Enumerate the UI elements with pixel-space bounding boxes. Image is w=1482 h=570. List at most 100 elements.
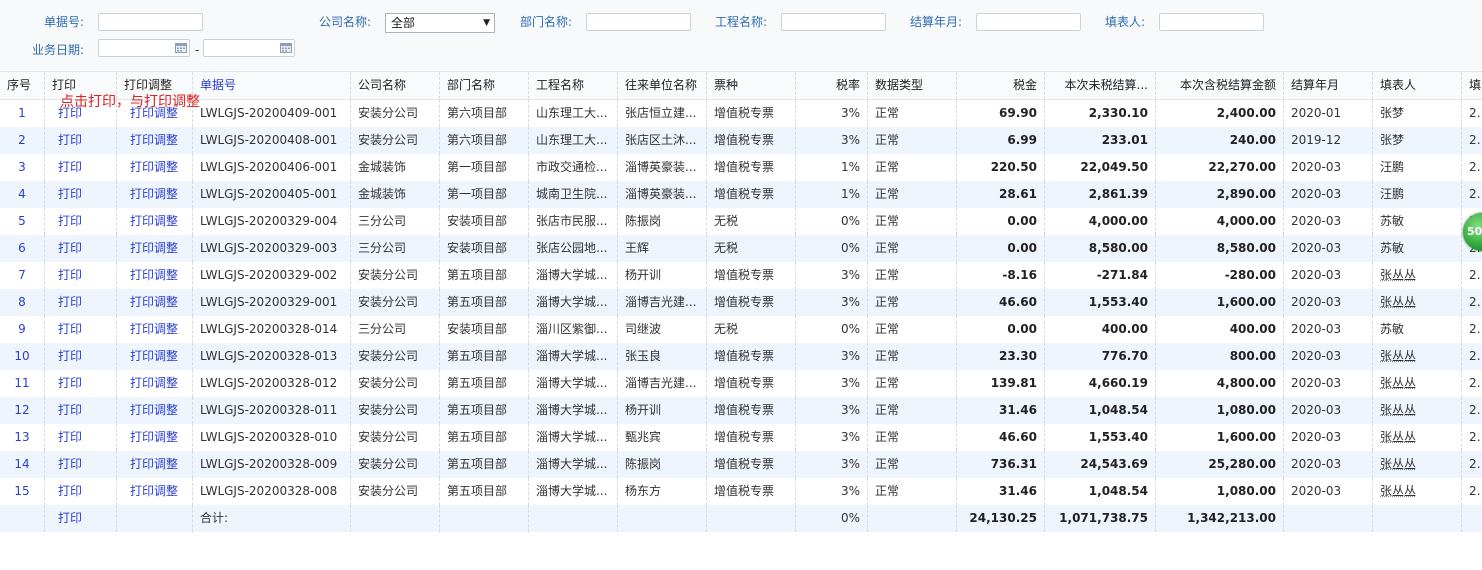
summary-empty-cell xyxy=(351,505,440,532)
col-header-filler[interactable]: 填表人 xyxy=(1373,72,1462,99)
cell-company: 安装分公司 xyxy=(351,397,440,424)
cell-company: 安装分公司 xyxy=(351,100,440,127)
table-row[interactable]: 8 打印 打印调整 LWLGJS-20200329-001 安装分公司 第五项目部 淄博大学… xyxy=(0,289,1482,316)
print-link[interactable]: 打印 xyxy=(45,289,117,316)
cell-dept: 第五项目部 xyxy=(440,262,529,289)
table-row[interactable]: 5 打印 打印调整 LWLGJS-20200329-004 三分公司 安装项目部 张店市民服… xyxy=(0,208,1482,235)
cell-dept: 第五项目部 xyxy=(440,370,529,397)
summary-print-link[interactable]: 打印 xyxy=(45,505,117,532)
col-header-project[interactable]: 工程名称 xyxy=(529,72,618,99)
col-header-partial[interactable]: 填 xyxy=(1462,72,1482,99)
cell-rate: 3% xyxy=(796,343,868,370)
print-link[interactable]: 打印 xyxy=(45,127,117,154)
cell-dept: 第五项目部 xyxy=(440,343,529,370)
date-start-input[interactable] xyxy=(98,39,190,57)
print-adjust-link[interactable]: 打印调整 xyxy=(117,370,193,397)
print-link[interactable]: 打印 xyxy=(45,370,117,397)
cell-rate: 3% xyxy=(796,397,868,424)
filler-input[interactable] xyxy=(1159,13,1264,31)
cell-seq: 15 xyxy=(0,478,45,505)
print-link[interactable]: 打印 xyxy=(45,478,117,505)
table-row[interactable]: 2 打印 打印调整 LWLGJS-20200408-001 安装分公司 第六项目部 山东理工… xyxy=(0,127,1482,154)
date-end-input[interactable] xyxy=(203,39,295,57)
print-link[interactable]: 打印 xyxy=(45,397,117,424)
doc-no-input[interactable] xyxy=(98,13,203,31)
print-adjust-link[interactable]: 打印调整 xyxy=(117,181,193,208)
col-header-period[interactable]: 结算年月 xyxy=(1284,72,1373,99)
print-link[interactable]: 打印 xyxy=(45,451,117,478)
table-row[interactable]: 7 打印 打印调整 LWLGJS-20200329-002 安装分公司 第五项目部 淄博大学… xyxy=(0,262,1482,289)
print-adjust-link[interactable]: 打印调整 xyxy=(117,289,193,316)
print-adjust-link[interactable]: 打印调整 xyxy=(117,154,193,181)
print-adjust-link[interactable]: 打印调整 xyxy=(117,262,193,289)
print-link[interactable]: 打印 xyxy=(45,208,117,235)
print-link[interactable]: 打印 xyxy=(45,316,117,343)
col-header-data-type[interactable]: 数据类型 xyxy=(868,72,957,99)
cell-project: 淄博大学城... xyxy=(529,343,618,370)
cell-company: 金城装饰 xyxy=(351,154,440,181)
table-row[interactable]: 1 打印 打印调整 LWLGJS-20200409-001 安装分公司 第六项目部 山东理工… xyxy=(0,100,1482,127)
print-link[interactable]: 打印 xyxy=(45,235,117,262)
summary-untaxed: 1,071,738.75 xyxy=(1045,505,1156,532)
cell-rate: 3% xyxy=(796,478,868,505)
calendar-icon[interactable] xyxy=(280,42,292,53)
print-adjust-link[interactable]: 打印调整 xyxy=(117,127,193,154)
cell-data-type: 正常 xyxy=(868,154,957,181)
table-row[interactable]: 12 打印 打印调整 LWLGJS-20200328-011 安装分公司 第五项目部 淄博大… xyxy=(0,397,1482,424)
print-adjust-link[interactable]: 打印调整 xyxy=(117,208,193,235)
col-header-company[interactable]: 公司名称 xyxy=(351,72,440,99)
cell-untaxed: 8,580.00 xyxy=(1045,235,1156,262)
dept-input[interactable] xyxy=(586,13,691,31)
project-input[interactable] xyxy=(781,13,886,31)
summary-empty-cell xyxy=(1373,505,1462,532)
print-adjust-link[interactable]: 打印调整 xyxy=(117,478,193,505)
print-adjust-link[interactable]: 打印调整 xyxy=(117,397,193,424)
table-row[interactable]: 15 打印 打印调整 LWLGJS-20200328-008 安装分公司 第五项目部 淄博大… xyxy=(0,478,1482,505)
table-row[interactable]: 6 打印 打印调整 LWLGJS-20200329-003 三分公司 安装项目部 张店公园地… xyxy=(0,235,1482,262)
cell-doc-no: LWLGJS-20200328-009 xyxy=(193,451,351,478)
table-row[interactable]: 4 打印 打印调整 LWLGJS-20200405-001 金城装饰 第一项目部 城南卫生院… xyxy=(0,181,1482,208)
summary-empty-cell xyxy=(1284,505,1373,532)
cell-filler: 张梦 xyxy=(1373,100,1462,127)
cell-doc-no: LWLGJS-20200328-011 xyxy=(193,397,351,424)
print-adjust-link[interactable]: 打印调整 xyxy=(117,343,193,370)
print-link[interactable]: 打印 xyxy=(45,262,117,289)
table-row[interactable]: 11 打印 打印调整 LWLGJS-20200328-012 安装分公司 第五项目部 淄博大… xyxy=(0,370,1482,397)
calendar-icon[interactable] xyxy=(175,42,187,53)
table-row[interactable]: 3 打印 打印调整 LWLGJS-20200406-001 金城装饰 第一项目部 市政交通检… xyxy=(0,154,1482,181)
print-link[interactable]: 打印 xyxy=(45,424,117,451)
col-header-rate[interactable]: 税率 xyxy=(796,72,868,99)
cell-seq: 3 xyxy=(0,154,45,181)
period-input[interactable] xyxy=(976,13,1081,31)
col-header-ticket[interactable]: 票种 xyxy=(707,72,796,99)
summary-total-label: 合计: xyxy=(193,505,351,532)
print-adjust-link[interactable]: 打印调整 xyxy=(117,316,193,343)
table-row[interactable]: 14 打印 打印调整 LWLGJS-20200328-009 安装分公司 第五项目部 淄博大… xyxy=(0,451,1482,478)
col-header-seq[interactable]: 序号 xyxy=(0,72,45,99)
cell-partial: 20 xyxy=(1469,133,1482,147)
col-header-taxed[interactable]: 本次含税结算金额 xyxy=(1156,72,1284,99)
col-header-tax[interactable]: 税金 xyxy=(957,72,1045,99)
cell-partial: 20 xyxy=(1469,349,1482,363)
table-row[interactable]: 13 打印 打印调整 LWLGJS-20200328-010 安装分公司 第五项目部 淄博大… xyxy=(0,424,1482,451)
cell-data-type: 正常 xyxy=(868,289,957,316)
table-row[interactable]: 9 打印 打印调整 LWLGJS-20200328-014 三分公司 安装项目部 淄川区紫御… xyxy=(0,316,1482,343)
cell-doc-no: LWLGJS-20200329-003 xyxy=(193,235,351,262)
print-link[interactable]: 打印 xyxy=(45,154,117,181)
col-header-untaxed[interactable]: 本次未税结算... xyxy=(1045,72,1156,99)
cell-dept: 第五项目部 xyxy=(440,451,529,478)
col-header-dept[interactable]: 部门名称 xyxy=(440,72,529,99)
print-link[interactable]: 打印 xyxy=(45,181,117,208)
print-adjust-link[interactable]: 打印调整 xyxy=(117,235,193,262)
print-link[interactable]: 打印 xyxy=(45,343,117,370)
print-adjust-link[interactable]: 打印调整 xyxy=(117,451,193,478)
cell-data-type: 正常 xyxy=(868,127,957,154)
summary-rate: 0% xyxy=(796,505,868,532)
print-adjust-link[interactable]: 打印调整 xyxy=(117,424,193,451)
cell-tax: 6.99 xyxy=(957,127,1045,154)
col-header-partner[interactable]: 往来单位名称 xyxy=(618,72,707,99)
col-header-doc-no[interactable]: 单据号 xyxy=(193,72,351,99)
company-select[interactable]: 全部 ▼ xyxy=(385,13,495,33)
cell-period: 2020-01 xyxy=(1284,100,1373,127)
table-row[interactable]: 10 打印 打印调整 LWLGJS-20200328-013 安装分公司 第五项目部 淄博大… xyxy=(0,343,1482,370)
